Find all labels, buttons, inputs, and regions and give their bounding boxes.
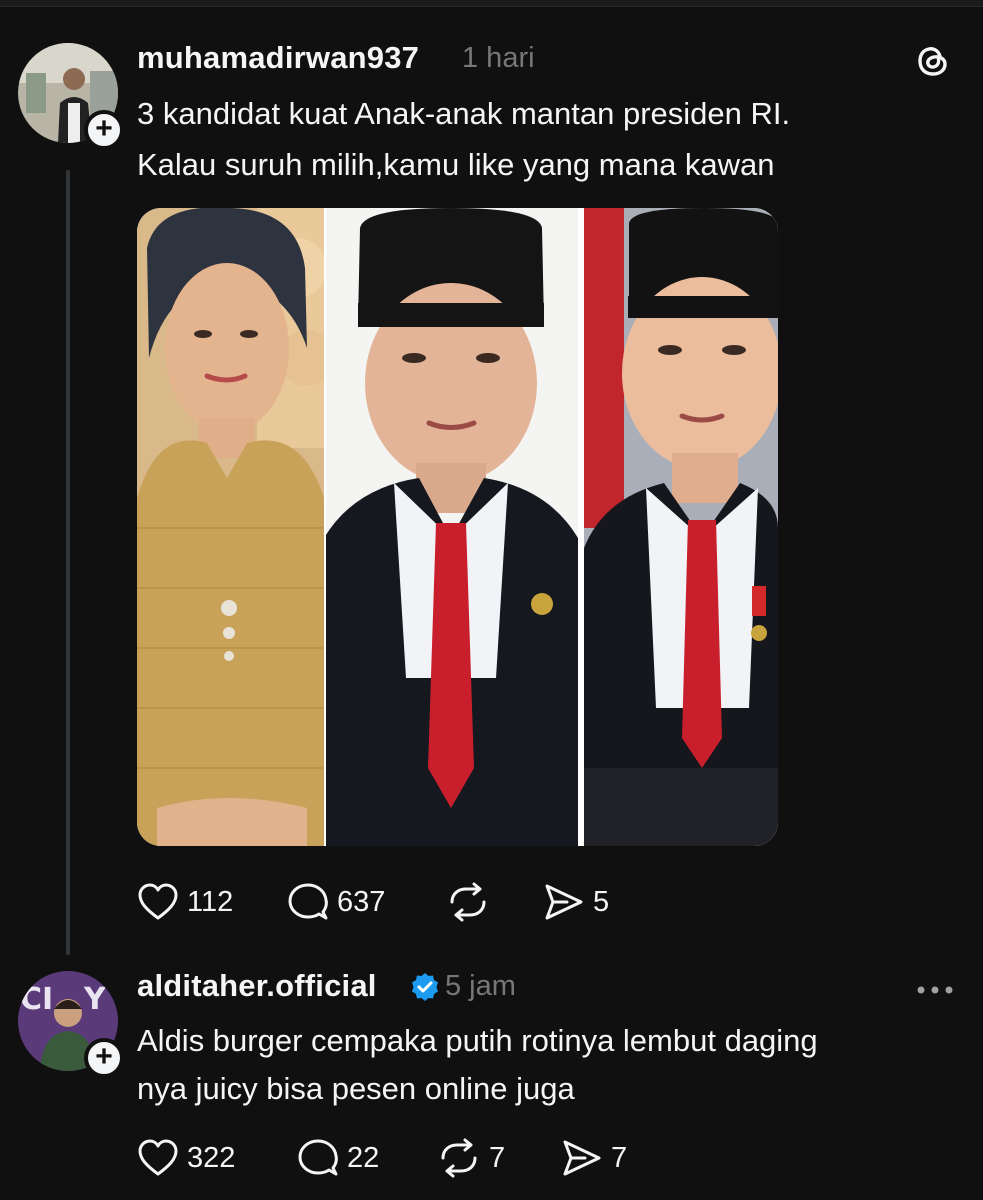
- svg-text:CI: CI: [20, 982, 53, 1017]
- threads-icon[interactable]: [914, 42, 952, 85]
- heart-icon: [138, 1139, 178, 1176]
- send-icon: [563, 1140, 601, 1176]
- thread-connector-line: [66, 170, 70, 955]
- post-text-line-2: Kalau suruh milih,kamu like yang mana ka…: [137, 147, 775, 182]
- repost-icon: [450, 882, 486, 922]
- reply-text-line-2: nya juicy bisa pesen online juga: [137, 1071, 575, 1106]
- reply-share-count: 7: [611, 1141, 628, 1174]
- like-count: 112: [187, 885, 234, 918]
- candidate-photo-2: [324, 208, 578, 846]
- post-image[interactable]: [137, 208, 778, 846]
- send-icon: [545, 884, 583, 920]
- comment-icon: [298, 1139, 338, 1176]
- follow-plus-button[interactable]: +: [84, 110, 124, 150]
- reply-count: 637: [337, 885, 386, 918]
- reply-share-button[interactable]: 7: [561, 1138, 627, 1178]
- reply-username[interactable]: alditaher.official: [137, 968, 377, 1004]
- verified-badge-icon: [410, 972, 440, 1007]
- candidate-photo-3: [584, 208, 778, 846]
- reply-timestamp: 5 jam: [445, 970, 516, 1002]
- repost-button[interactable]: [446, 882, 490, 922]
- more-icon[interactable]: [916, 970, 954, 1004]
- image-divider-1: [324, 208, 326, 846]
- reply-button[interactable]: 637: [287, 882, 385, 922]
- post-username[interactable]: muhamadirwan937: [137, 40, 419, 76]
- reply-like-button[interactable]: 322: [137, 1138, 235, 1178]
- candidate-photo-1: [137, 208, 324, 846]
- comment-icon: [288, 883, 328, 920]
- reply-comment-count: 22: [347, 1141, 380, 1174]
- post-text-line-1: 3 kandidat kuat Anak-anak mantan preside…: [137, 96, 791, 131]
- heart-icon: [138, 883, 178, 920]
- reply-text-line-1: Aldis burger cempaka putih rotinya lembu…: [137, 1023, 818, 1058]
- share-button[interactable]: 5: [543, 882, 609, 922]
- like-button[interactable]: 112: [137, 882, 233, 922]
- reply-repost-button[interactable]: 7: [437, 1138, 505, 1178]
- reply-comment-button[interactable]: 22: [297, 1138, 379, 1178]
- reply-repost-count: 7: [489, 1141, 506, 1174]
- image-divider-2: [578, 208, 584, 846]
- post-timestamp: 1 hari: [462, 42, 535, 74]
- follow-plus-button-reply[interactable]: +: [84, 1038, 124, 1078]
- top-divider: [0, 0, 983, 7]
- reply-like-count: 322: [187, 1141, 236, 1174]
- share-count: 5: [593, 885, 610, 918]
- svg-text:Y: Y: [83, 982, 107, 1017]
- repost-icon: [441, 1138, 477, 1178]
